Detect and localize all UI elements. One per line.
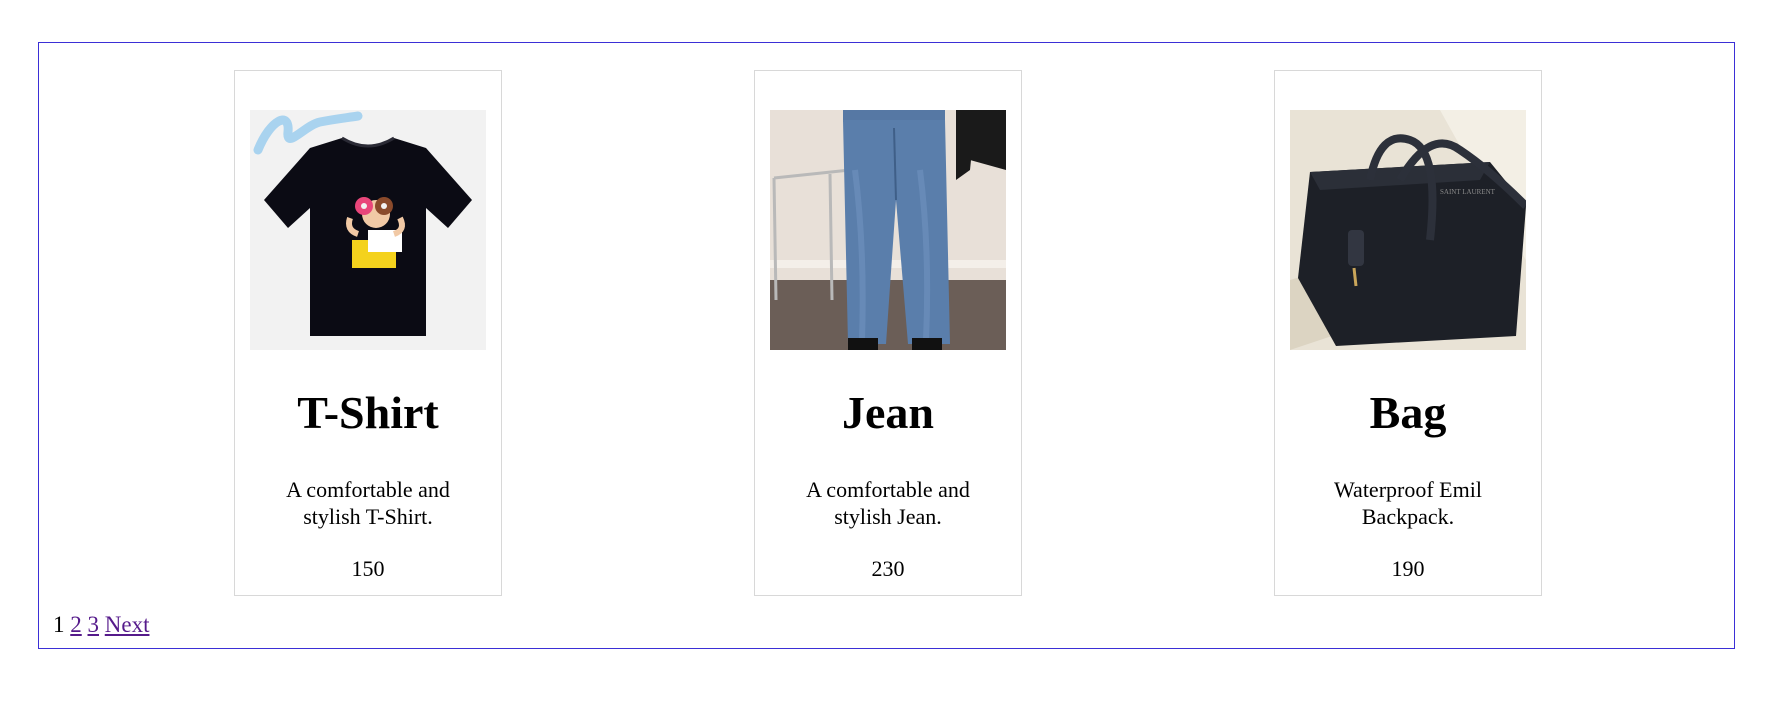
- product-description: A comfortable and stylish T-Shirt.: [286, 477, 450, 529]
- jeans-image: [770, 110, 1006, 350]
- product-card: SAINT LAURENT Bag Waterproof Emil Backpa…: [1274, 70, 1542, 596]
- product-card: T-Shirt A comfortable and stylish T-Shir…: [234, 70, 502, 596]
- product-price: 230: [871, 556, 905, 581]
- product-card: Jean A comfortable and stylish Jean. 230: [754, 70, 1022, 596]
- product-price: 150: [351, 556, 385, 581]
- product-title: Bag: [1369, 387, 1447, 438]
- product-price: 190: [1391, 556, 1425, 581]
- pagination-current-page: 1: [53, 612, 65, 637]
- product-description: Waterproof Emil Backpack.: [1334, 477, 1482, 529]
- bag-image: SAINT LAURENT: [1290, 110, 1526, 350]
- svg-text:SAINT LAURENT: SAINT LAURENT: [1440, 188, 1496, 196]
- pagination-page-3-link[interactable]: 3: [88, 612, 100, 637]
- pagination-page-2-link[interactable]: 2: [70, 612, 82, 637]
- tshirt-image: [250, 110, 486, 350]
- pagination: 1 2 3 Next: [53, 611, 149, 639]
- product-title: Jean: [842, 387, 934, 438]
- pagination-next-link[interactable]: Next: [105, 612, 150, 637]
- product-title: T-Shirt: [297, 387, 439, 438]
- product-description: A comfortable and stylish Jean.: [806, 477, 970, 529]
